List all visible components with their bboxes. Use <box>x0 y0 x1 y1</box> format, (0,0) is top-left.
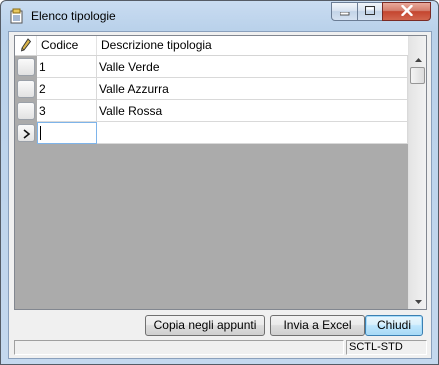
minimize-icon <box>339 5 350 19</box>
close-button[interactable]: Chiudi <box>365 315 423 336</box>
close-window-button[interactable] <box>382 2 431 21</box>
status-panel-main <box>14 340 344 355</box>
table-row[interactable]: 3 Valle Rossa <box>15 100 408 122</box>
new-row[interactable] <box>15 122 408 144</box>
chevron-right-icon <box>22 128 31 142</box>
grid-header: Codice Descrizione tipologia <box>15 36 408 56</box>
status-panel-profile: SCTL-STD <box>346 340 427 355</box>
send-to-excel-button[interactable]: Invia a Excel <box>270 315 365 336</box>
maximize-icon <box>364 5 376 19</box>
arrow-up-icon <box>414 51 422 65</box>
text-cursor <box>40 126 41 140</box>
row-selector[interactable] <box>17 102 35 120</box>
client-area: Codice Descrizione tipologia 1 Valle Ver… <box>8 31 432 359</box>
new-descrizione-input[interactable] <box>97 122 408 144</box>
cell-codice[interactable]: 1 <box>37 56 97 78</box>
new-codice-input[interactable] <box>37 122 97 144</box>
column-header-codice[interactable]: Codice <box>37 36 97 55</box>
copy-to-clipboard-button[interactable]: Copia negli appunti <box>145 315 265 336</box>
new-row-selector[interactable] <box>17 124 35 142</box>
window-title: Elenco tipologie <box>31 9 116 23</box>
vertical-scrollbar[interactable] <box>408 36 426 309</box>
data-grid[interactable]: Codice Descrizione tipologia 1 Valle Ver… <box>14 35 427 310</box>
cell-codice[interactable]: 2 <box>37 78 97 100</box>
cell-descrizione[interactable]: Valle Rossa <box>97 100 408 122</box>
row-selector[interactable] <box>17 58 35 76</box>
row-selector[interactable] <box>17 80 35 98</box>
table-row[interactable]: 2 Valle Azzurra <box>15 78 408 100</box>
app-icon <box>9 8 25 24</box>
scroll-thumb[interactable] <box>410 67 425 84</box>
pencil-icon <box>20 38 32 58</box>
title-bar[interactable]: Elenco tipologie <box>1 1 438 31</box>
table-row[interactable]: 1 Valle Verde <box>15 56 408 78</box>
cell-descrizione[interactable]: Valle Verde <box>97 56 408 78</box>
close-icon <box>400 4 413 19</box>
scroll-up-button[interactable] <box>410 50 426 66</box>
cell-descrizione[interactable]: Valle Azzurra <box>97 78 408 100</box>
header-selector <box>15 36 37 55</box>
cell-codice[interactable]: 3 <box>37 100 97 122</box>
window: Elenco tipologie Codice Descrizione tipo… <box>0 0 439 365</box>
minimize-button[interactable] <box>331 2 358 21</box>
arrow-down-icon <box>414 293 422 307</box>
scroll-down-button[interactable] <box>410 292 426 308</box>
column-header-descrizione[interactable]: Descrizione tipologia <box>97 36 408 55</box>
maximize-button[interactable] <box>357 2 383 21</box>
